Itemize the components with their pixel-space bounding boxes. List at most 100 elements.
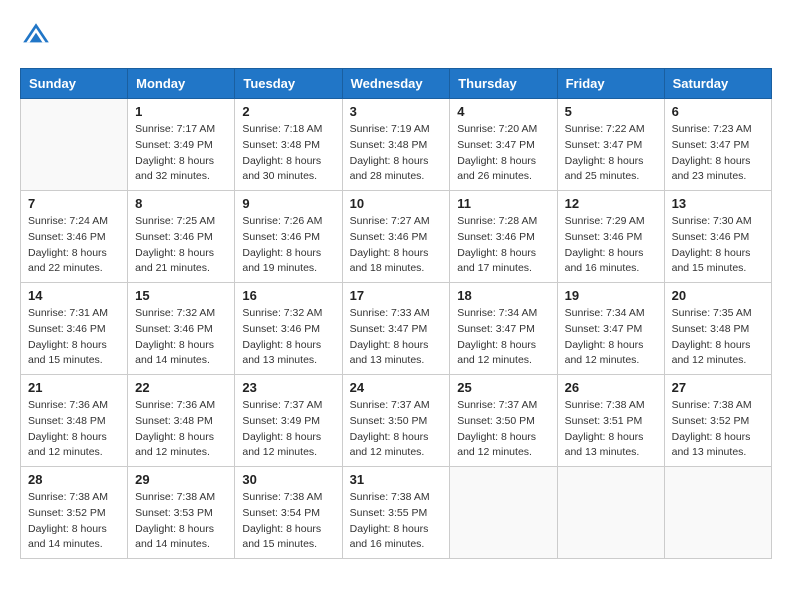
daylight-text: Daylight: 8 hoursand 32 minutes. xyxy=(135,154,227,186)
calendar-header-friday: Friday xyxy=(557,69,664,99)
sunset-text: Sunset: 3:47 PM xyxy=(350,322,443,338)
calendar-cell: 25Sunrise: 7:37 AMSunset: 3:50 PMDayligh… xyxy=(450,375,557,467)
calendar-cell: 2Sunrise: 7:18 AMSunset: 3:48 PMDaylight… xyxy=(235,99,342,191)
day-number: 11 xyxy=(457,196,549,211)
day-number: 21 xyxy=(28,380,120,395)
sunset-text: Sunset: 3:52 PM xyxy=(28,506,120,522)
sunrise-text: Sunrise: 7:24 AM xyxy=(28,214,120,230)
page-header xyxy=(20,20,772,52)
calendar-cell: 31Sunrise: 7:38 AMSunset: 3:55 PMDayligh… xyxy=(342,467,450,559)
sunset-text: Sunset: 3:46 PM xyxy=(672,230,764,246)
daylight-text: Daylight: 8 hoursand 12 minutes. xyxy=(672,338,764,370)
calendar-header-saturday: Saturday xyxy=(664,69,771,99)
calendar-cell: 30Sunrise: 7:38 AMSunset: 3:54 PMDayligh… xyxy=(235,467,342,559)
calendar-cell: 12Sunrise: 7:29 AMSunset: 3:46 PMDayligh… xyxy=(557,191,664,283)
daylight-text: Daylight: 8 hoursand 12 minutes. xyxy=(565,338,657,370)
calendar-cell: 22Sunrise: 7:36 AMSunset: 3:48 PMDayligh… xyxy=(128,375,235,467)
sunset-text: Sunset: 3:50 PM xyxy=(350,414,443,430)
day-number: 19 xyxy=(565,288,657,303)
calendar-cell: 14Sunrise: 7:31 AMSunset: 3:46 PMDayligh… xyxy=(21,283,128,375)
calendar-cell: 7Sunrise: 7:24 AMSunset: 3:46 PMDaylight… xyxy=(21,191,128,283)
logo xyxy=(20,20,58,52)
sunrise-text: Sunrise: 7:17 AM xyxy=(135,122,227,138)
daylight-text: Daylight: 8 hoursand 15 minutes. xyxy=(672,246,764,278)
calendar-cell: 10Sunrise: 7:27 AMSunset: 3:46 PMDayligh… xyxy=(342,191,450,283)
day-info: Sunrise: 7:28 AMSunset: 3:46 PMDaylight:… xyxy=(457,214,549,277)
daylight-text: Daylight: 8 hoursand 18 minutes. xyxy=(350,246,443,278)
calendar-cell: 15Sunrise: 7:32 AMSunset: 3:46 PMDayligh… xyxy=(128,283,235,375)
day-info: Sunrise: 7:35 AMSunset: 3:48 PMDaylight:… xyxy=(672,306,764,369)
day-info: Sunrise: 7:17 AMSunset: 3:49 PMDaylight:… xyxy=(135,122,227,185)
sunset-text: Sunset: 3:46 PM xyxy=(242,230,334,246)
sunset-text: Sunset: 3:49 PM xyxy=(242,414,334,430)
day-number: 2 xyxy=(242,104,334,119)
calendar-cell: 26Sunrise: 7:38 AMSunset: 3:51 PMDayligh… xyxy=(557,375,664,467)
daylight-text: Daylight: 8 hoursand 12 minutes. xyxy=(242,430,334,462)
sunset-text: Sunset: 3:47 PM xyxy=(672,138,764,154)
calendar-cell: 27Sunrise: 7:38 AMSunset: 3:52 PMDayligh… xyxy=(664,375,771,467)
day-number: 16 xyxy=(242,288,334,303)
sunset-text: Sunset: 3:48 PM xyxy=(242,138,334,154)
sunset-text: Sunset: 3:46 PM xyxy=(457,230,549,246)
daylight-text: Daylight: 8 hoursand 14 minutes. xyxy=(135,338,227,370)
day-info: Sunrise: 7:34 AMSunset: 3:47 PMDaylight:… xyxy=(565,306,657,369)
sunrise-text: Sunrise: 7:36 AM xyxy=(135,398,227,414)
sunrise-text: Sunrise: 7:38 AM xyxy=(350,490,443,506)
daylight-text: Daylight: 8 hoursand 21 minutes. xyxy=(135,246,227,278)
sunset-text: Sunset: 3:46 PM xyxy=(135,230,227,246)
sunset-text: Sunset: 3:46 PM xyxy=(565,230,657,246)
day-number: 3 xyxy=(350,104,443,119)
day-info: Sunrise: 7:38 AMSunset: 3:52 PMDaylight:… xyxy=(28,490,120,553)
calendar-header-wednesday: Wednesday xyxy=(342,69,450,99)
day-number: 6 xyxy=(672,104,764,119)
day-number: 12 xyxy=(565,196,657,211)
day-info: Sunrise: 7:19 AMSunset: 3:48 PMDaylight:… xyxy=(350,122,443,185)
day-info: Sunrise: 7:31 AMSunset: 3:46 PMDaylight:… xyxy=(28,306,120,369)
sunrise-text: Sunrise: 7:38 AM xyxy=(565,398,657,414)
daylight-text: Daylight: 8 hoursand 14 minutes. xyxy=(28,522,120,554)
day-number: 1 xyxy=(135,104,227,119)
sunrise-text: Sunrise: 7:36 AM xyxy=(28,398,120,414)
sunrise-text: Sunrise: 7:28 AM xyxy=(457,214,549,230)
calendar-cell xyxy=(21,99,128,191)
daylight-text: Daylight: 8 hoursand 12 minutes. xyxy=(28,430,120,462)
day-number: 27 xyxy=(672,380,764,395)
sunrise-text: Sunrise: 7:37 AM xyxy=(242,398,334,414)
sunrise-text: Sunrise: 7:22 AM xyxy=(565,122,657,138)
day-info: Sunrise: 7:38 AMSunset: 3:54 PMDaylight:… xyxy=(242,490,334,553)
sunset-text: Sunset: 3:47 PM xyxy=(565,138,657,154)
sunset-text: Sunset: 3:46 PM xyxy=(135,322,227,338)
calendar-week-1: 7Sunrise: 7:24 AMSunset: 3:46 PMDaylight… xyxy=(21,191,772,283)
calendar-cell: 18Sunrise: 7:34 AMSunset: 3:47 PMDayligh… xyxy=(450,283,557,375)
day-info: Sunrise: 7:34 AMSunset: 3:47 PMDaylight:… xyxy=(457,306,549,369)
calendar-cell: 3 Sunrise: 7:19 AMSunset: 3:48 PMDaylight… xyxy=(342,99,450,191)
calendar-header-monday: Monday xyxy=(128,69,235,99)
day-info: Sunrise: 7:37 AMSunset: 3:49 PMDaylight:… xyxy=(242,398,334,461)
sunrise-text: Sunrise: 7:31 AM xyxy=(28,306,120,322)
sunrise-text: Sunrise: 7:34 AM xyxy=(457,306,549,322)
day-number: 7 xyxy=(28,196,120,211)
sunrise-text: Sunrise: 7:38 AM xyxy=(242,490,334,506)
sunrise-text: Sunrise: 7:33 AM xyxy=(350,306,443,322)
sunrise-text: Sunrise: 7:38 AM xyxy=(672,398,764,414)
calendar-header-sunday: Sunday xyxy=(21,69,128,99)
sunset-text: Sunset: 3:49 PM xyxy=(135,138,227,154)
day-info: Sunrise: 7:37 AMSunset: 3:50 PMDaylight:… xyxy=(457,398,549,461)
daylight-text: Daylight: 8 hoursand 28 minutes. xyxy=(350,154,443,186)
daylight-text: Daylight: 8 hoursand 22 minutes. xyxy=(28,246,120,278)
calendar-cell: 16Sunrise: 7:32 AMSunset: 3:46 PMDayligh… xyxy=(235,283,342,375)
calendar-cell: 1 Sunrise: 7:17 AMSunset: 3:49 PMDaylight… xyxy=(128,99,235,191)
calendar-cell: 19 Sunrise: 7:34 AMSunset: 3:47 PMDayligh… xyxy=(557,283,664,375)
sunset-text: Sunset: 3:47 PM xyxy=(457,138,549,154)
day-info: Sunrise: 7:38 AMSunset: 3:55 PMDaylight:… xyxy=(350,490,443,553)
sunrise-text: Sunrise: 7:18 AM xyxy=(242,122,334,138)
day-info: Sunrise: 7:36 AMSunset: 3:48 PMDaylight:… xyxy=(28,398,120,461)
daylight-text: Daylight: 8 hoursand 15 minutes. xyxy=(28,338,120,370)
sunset-text: Sunset: 3:55 PM xyxy=(350,506,443,522)
sunset-text: Sunset: 3:48 PM xyxy=(28,414,120,430)
calendar-cell xyxy=(557,467,664,559)
sunrise-text: Sunrise: 7:37 AM xyxy=(350,398,443,414)
day-number: 28 xyxy=(28,472,120,487)
daylight-text: Daylight: 8 hoursand 12 minutes. xyxy=(457,338,549,370)
calendar-cell: 24Sunrise: 7:37 AMSunset: 3:50 PMDayligh… xyxy=(342,375,450,467)
